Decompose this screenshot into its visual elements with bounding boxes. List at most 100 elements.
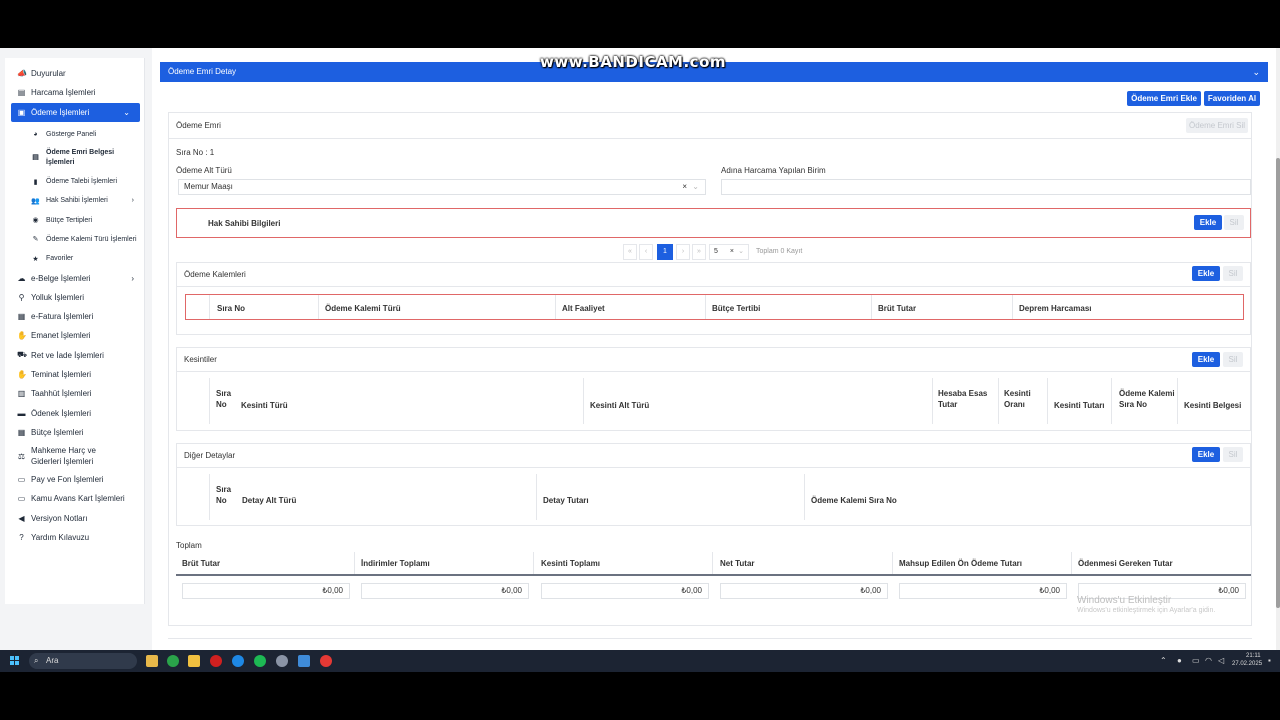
column-divider bbox=[1012, 295, 1013, 319]
notification-icon[interactable]: ▪ bbox=[1268, 656, 1271, 665]
delete-order-button[interactable]: Ödeme Emri Sil bbox=[1186, 118, 1248, 133]
sidebar-item-emanet[interactable]: ✋ Emanet İşlemleri bbox=[5, 326, 144, 345]
kesintiler-add-button[interactable]: Ekle bbox=[1192, 352, 1220, 367]
sidebar-item-kamu-avans[interactable]: ▭ Kamu Avans Kart İşlemleri bbox=[5, 489, 144, 508]
chevron-up-icon[interactable]: ⌃ bbox=[1160, 656, 1167, 665]
route-icon: ⚲ bbox=[18, 292, 25, 302]
column-divider bbox=[209, 295, 210, 319]
favorites-button[interactable]: Favoriden Al bbox=[1204, 91, 1260, 106]
column-header[interactable]: Ödeme Kalemi Sıra No bbox=[1119, 388, 1177, 410]
wifi-icon[interactable]: ◠ bbox=[1205, 656, 1212, 665]
sidebar-item-ret-iade[interactable]: ⛟ Ret ve İade İşlemleri bbox=[5, 346, 144, 365]
column-header[interactable]: Kesinti Oranı bbox=[1004, 388, 1040, 410]
column-header[interactable]: Sıra No bbox=[216, 484, 232, 506]
hak-sahibi-delete-button[interactable]: Sil bbox=[1224, 215, 1244, 230]
hak-sahibi-add-button[interactable]: Ekle bbox=[1194, 215, 1222, 230]
column-header: Brüt Tutar bbox=[182, 559, 221, 568]
column-header[interactable]: Ödeme Kalemi Türü bbox=[325, 303, 401, 314]
settings-icon[interactable] bbox=[276, 655, 288, 667]
windows-start-icon[interactable] bbox=[10, 656, 20, 666]
indirimler-field[interactable]: ₺0,00 bbox=[361, 583, 529, 599]
sidebar-item-odeme[interactable]: ▣ Ödeme İşlemleri ⌄ bbox=[11, 102, 140, 122]
sidebar-item-efatura[interactable]: ▦ e-Fatura İşlemleri bbox=[5, 307, 144, 326]
page-title: Ödeme Emri Detay bbox=[168, 67, 237, 76]
pagination-last[interactable]: » bbox=[692, 244, 706, 260]
column-header[interactable]: Detay Alt Türü bbox=[242, 495, 296, 506]
chevron-down-icon[interactable]: ⌄ bbox=[692, 180, 699, 194]
opera-icon[interactable] bbox=[210, 655, 222, 667]
column-header[interactable]: Deprem Harcaması bbox=[1019, 303, 1091, 314]
sidebar-item-yolluk[interactable]: ⚲ Yolluk İşlemleri bbox=[5, 288, 144, 307]
diger-title: Diğer Detaylar bbox=[184, 451, 236, 460]
mic-icon[interactable]: ● bbox=[1177, 656, 1182, 665]
folder-icon[interactable] bbox=[188, 655, 200, 667]
pen-icon: ✎ bbox=[32, 236, 39, 244]
alt-turu-select[interactable]: Memur Maaşı × ⌄ bbox=[178, 179, 706, 195]
column-header[interactable]: Bütçe Tertibi bbox=[712, 303, 760, 314]
sidebar-subitem-favoriler[interactable]: ★ Favoriler bbox=[5, 249, 144, 268]
column-header[interactable]: Kesinti Türü bbox=[241, 400, 288, 411]
clear-icon[interactable]: × bbox=[682, 180, 687, 194]
sidebar-subitem-odeme-emri-belgesi[interactable]: ▤ Ödeme Emri Belgesi İşlemleri bbox=[5, 144, 144, 172]
sidebar-item-duyurular[interactable]: 📣 Duyurular bbox=[5, 64, 144, 83]
kalemler-add-button[interactable]: Ekle bbox=[1192, 266, 1220, 281]
monitor-icon[interactable]: ▭ bbox=[1192, 656, 1200, 665]
column-header[interactable]: Sıra No bbox=[217, 303, 245, 314]
sidebar-subitem-hak-sahibi[interactable]: 👥 Hak Sahibi İşlemleri › bbox=[5, 191, 144, 210]
net-tutar-field[interactable]: ₺0,00 bbox=[720, 583, 888, 599]
kalemler-delete-button[interactable]: Sil bbox=[1223, 266, 1243, 281]
sidebar-item-versiyon[interactable]: ◀ Versiyon Notları bbox=[5, 509, 144, 528]
sidebar-item-yardim[interactable]: ? Yardım Kılavuzu bbox=[5, 528, 144, 547]
sidebar-subitem-gosterge[interactable]: ◕ Gösterge Paneli bbox=[5, 125, 144, 144]
page-size-select[interactable]: 5 × ⌄ bbox=[709, 244, 749, 260]
scrollbar-thumb[interactable] bbox=[1276, 158, 1280, 608]
edge-icon[interactable] bbox=[232, 655, 244, 667]
clock-date[interactable]: 27.02.2025 bbox=[1232, 661, 1262, 667]
sidebar-subitem-odeme-talebi[interactable]: ▮ Ödeme Talebi İşlemleri bbox=[5, 172, 144, 191]
sidebar-item-taahhut[interactable]: ▥ Taahhüt İşlemleri bbox=[5, 384, 144, 403]
column-header[interactable]: Kesinti Alt Türü bbox=[590, 400, 649, 411]
chevron-down-icon[interactable]: ⌄ bbox=[738, 245, 744, 259]
column-header[interactable]: Brüt Tutar bbox=[878, 303, 916, 314]
spotify-icon[interactable] bbox=[254, 655, 266, 667]
column-header[interactable]: Kesinti Belgesi bbox=[1184, 400, 1241, 411]
column-header[interactable]: Ödeme Kalemi Sıra No bbox=[811, 495, 897, 506]
pagination-next[interactable]: › bbox=[676, 244, 690, 260]
brut-tutar-field[interactable]: ₺0,00 bbox=[182, 583, 350, 599]
pagination-page[interactable]: 1 bbox=[657, 244, 673, 260]
sidebar-item-teminat[interactable]: ✋ Teminat İşlemleri bbox=[5, 365, 144, 384]
pagination-prev[interactable]: ‹ bbox=[639, 244, 653, 260]
clock-time[interactable]: 21:11 bbox=[1246, 653, 1261, 659]
kesintiler-delete-button[interactable]: Sil bbox=[1223, 352, 1243, 367]
column-header[interactable]: Sıra No bbox=[216, 388, 232, 410]
sidebar-item-pay-fon[interactable]: ▭ Pay ve Fon İşlemleri bbox=[5, 470, 144, 489]
birim-input[interactable] bbox=[721, 179, 1251, 195]
pagination-first[interactable]: « bbox=[623, 244, 637, 260]
record-icon[interactable] bbox=[320, 655, 332, 667]
sira-no: Sıra No : 1 bbox=[176, 148, 215, 157]
kesinti-toplami-field[interactable]: ₺0,00 bbox=[541, 583, 709, 599]
clear-icon[interactable]: × bbox=[730, 245, 734, 259]
sidebar-item-ebelge[interactable]: ☁ e-Belge İşlemleri › bbox=[5, 268, 144, 287]
add-order-button[interactable]: Ödeme Emri Ekle bbox=[1127, 91, 1201, 106]
sidebar-item-harcama[interactable]: ▤ Harcama İşlemleri bbox=[5, 83, 144, 102]
column-header[interactable]: Detay Tutarı bbox=[543, 495, 589, 506]
diger-delete-button[interactable]: Sil bbox=[1223, 447, 1243, 462]
column-header[interactable]: Hesaba Esas Tutar bbox=[938, 388, 988, 410]
taskbar-search[interactable]: ⌕ Ara bbox=[29, 653, 137, 669]
diger-add-button[interactable]: Ekle bbox=[1192, 447, 1220, 462]
volume-icon[interactable]: ◁ bbox=[1218, 656, 1224, 665]
sidebar-item-mahkeme[interactable]: ⚖ Mahkeme Harç ve Giderleri İşlemleri bbox=[5, 442, 144, 470]
sidebar-subitem-butce-tertipleri[interactable]: ◉ Bütçe Tertipleri bbox=[5, 210, 144, 229]
sidebar-item-butce[interactable]: ▦ Bütçe İşlemleri bbox=[5, 423, 144, 442]
sidebar-item-odenek[interactable]: ▬ Ödenek İşlemleri bbox=[5, 403, 144, 422]
app-icon[interactable] bbox=[298, 655, 310, 667]
column-header[interactable]: Alt Faaliyet bbox=[562, 303, 605, 314]
app-icon[interactable] bbox=[167, 655, 179, 667]
column-header[interactable]: Kesinti Tutarı bbox=[1054, 400, 1105, 411]
sidebar-subitem-odeme-kalemi-turu[interactable]: ✎ Ödeme Kalemi Türü İşlemleri bbox=[5, 230, 144, 249]
mahsup-field[interactable]: ₺0,00 bbox=[899, 583, 1067, 599]
chevron-down-icon[interactable]: ⌄ bbox=[1252, 62, 1260, 82]
store-icon[interactable] bbox=[146, 655, 158, 667]
column-header: Net Tutar bbox=[720, 559, 755, 568]
